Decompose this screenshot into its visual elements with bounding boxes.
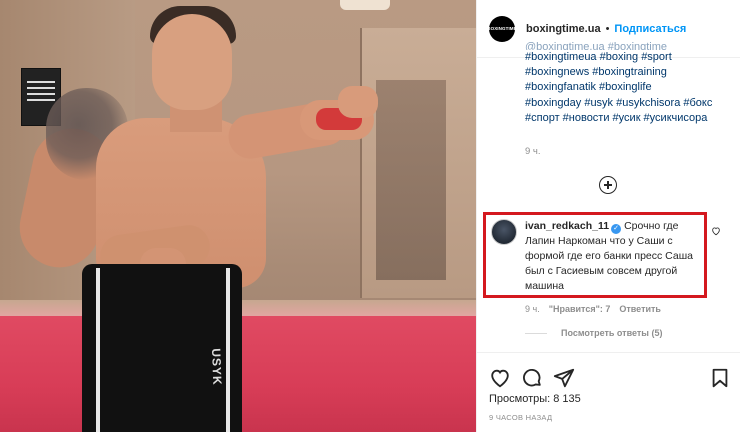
load-more-comments-icon[interactable]: [599, 176, 617, 194]
like-heart-icon[interactable]: [489, 367, 511, 389]
comment-time[interactable]: 9 ч.: [525, 304, 540, 314]
follow-button[interactable]: Подписаться: [614, 23, 686, 35]
post-timestamp[interactable]: 9 ЧАСОВ НАЗАД: [489, 413, 552, 422]
comment-bubble-icon[interactable]: [521, 367, 543, 389]
commenter-username[interactable]: ivan_redkach_11: [525, 220, 609, 232]
commenter-avatar[interactable]: [491, 219, 517, 245]
hashtag-line[interactable]: #boxingtimeua #boxing #sport: [525, 50, 733, 65]
comment-likes[interactable]: "Нравится": 7: [549, 304, 611, 314]
replies-line: [525, 332, 547, 334]
shorts-logo: USYK: [209, 348, 225, 386]
comment-meta: 9 ч. "Нравится": 7 Ответить: [525, 304, 661, 314]
right-hand: [338, 86, 378, 118]
separator-dot: •: [605, 22, 610, 35]
post-caption: @boxingtime.ua #boxingtime #boxingtimeua…: [525, 41, 733, 126]
post-video[interactable]: USYK: [0, 0, 476, 432]
boxer-figure: USYK: [0, 0, 476, 432]
verified-badge-icon: ✓: [611, 224, 622, 234]
caption-time[interactable]: 9 ч.: [525, 146, 541, 157]
share-paper-plane-icon[interactable]: [553, 367, 575, 389]
shorts-stripe: [96, 268, 100, 432]
post-actions: Просмотры: 8 135 9 ЧАСОВ НАЗАД: [477, 352, 740, 432]
like-comment-heart-icon[interactable]: [711, 226, 721, 236]
reply-button[interactable]: Ответить: [619, 304, 661, 314]
account-avatar[interactable]: BOXINGTIME: [487, 15, 517, 42]
shorts-stripe: [226, 268, 230, 432]
post-side-panel: BOXINGTIME boxingtime.ua • Подписаться @…: [476, 0, 740, 432]
view-replies[interactable]: Посмотреть ответы (5): [525, 328, 662, 338]
caption-faded-line[interactable]: @boxingtime.ua #boxingtime: [525, 40, 733, 50]
hashtag-line[interactable]: #boxingnews #boxingtraining: [525, 65, 733, 80]
hashtag-line[interactable]: #спорт #новости #усик #усикчисора: [525, 111, 733, 126]
head: [152, 14, 232, 110]
hashtag-line[interactable]: #boxingday #usyk #usykchisora #бокс: [525, 96, 733, 111]
save-bookmark-icon[interactable]: [709, 367, 731, 389]
comment-body: ivan_redkach_11 ✓ Срочно где Лапин Наркома…: [525, 219, 701, 294]
view-replies-label[interactable]: Посмотреть ответы (5): [561, 328, 662, 338]
account-username[interactable]: boxingtime.ua: [526, 23, 601, 35]
view-count[interactable]: Просмотры: 8 135: [489, 393, 581, 405]
hashtag-line[interactable]: #boxingfanatik #boxinglife: [525, 80, 733, 95]
instagram-post: USYK BOXINGTIME boxingtime.ua • Подписат…: [0, 0, 740, 432]
